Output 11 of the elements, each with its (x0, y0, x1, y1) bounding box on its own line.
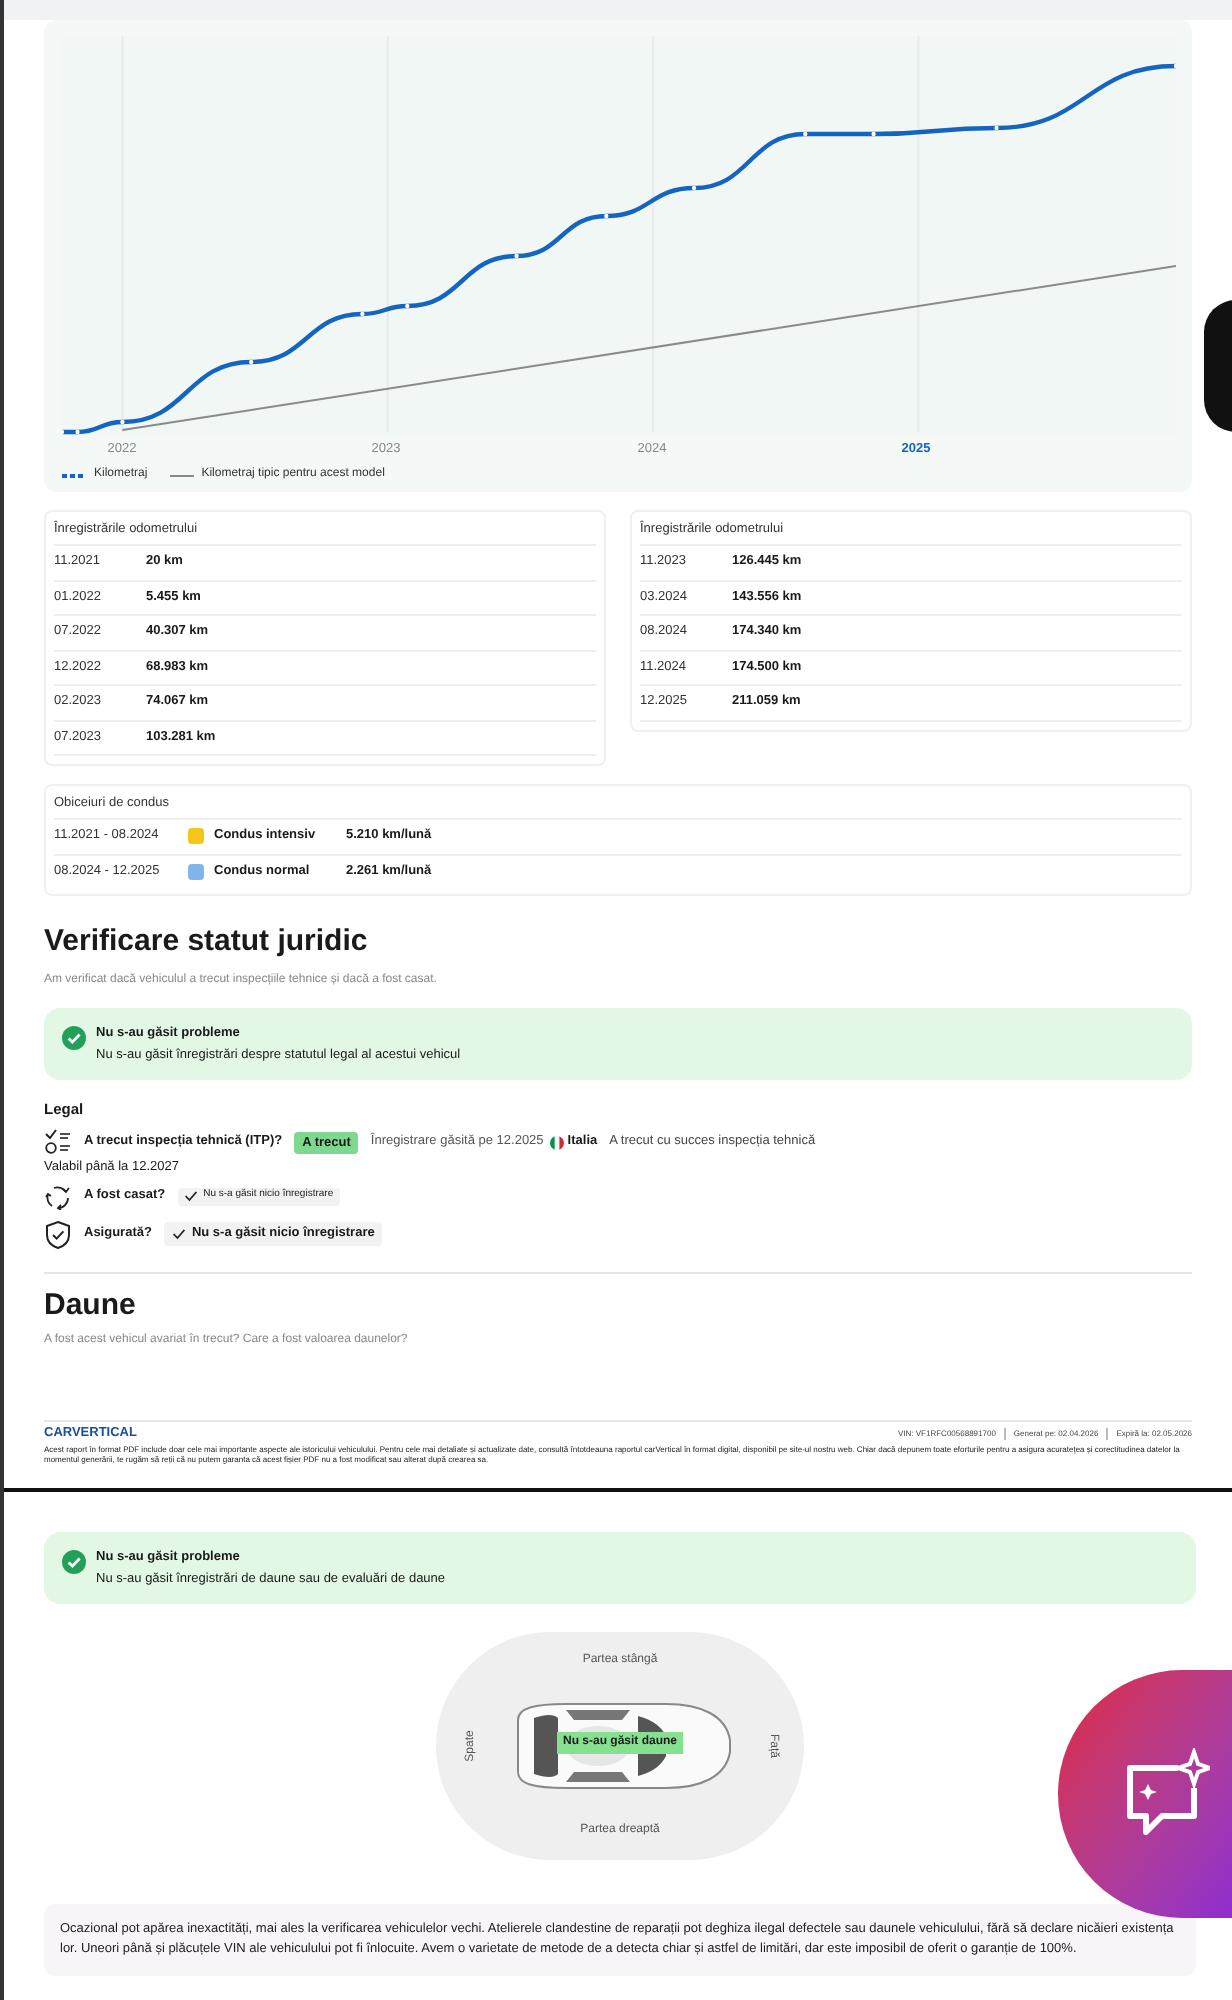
checkmark-icon (171, 1228, 186, 1240)
checklist-icon (44, 1128, 72, 1156)
check-circle-icon (62, 1026, 86, 1050)
flag-icon (549, 1135, 564, 1149)
section-heading: Verificare statut juridic (44, 924, 370, 960)
recycle-icon (44, 1182, 72, 1210)
check-circle-icon (62, 1550, 86, 1574)
shield-check-icon (44, 1219, 72, 1249)
checkmark-icon (183, 1190, 198, 1202)
section-heading: Daune (44, 1288, 138, 1324)
chat-button[interactable] (1058, 1670, 1232, 1918)
